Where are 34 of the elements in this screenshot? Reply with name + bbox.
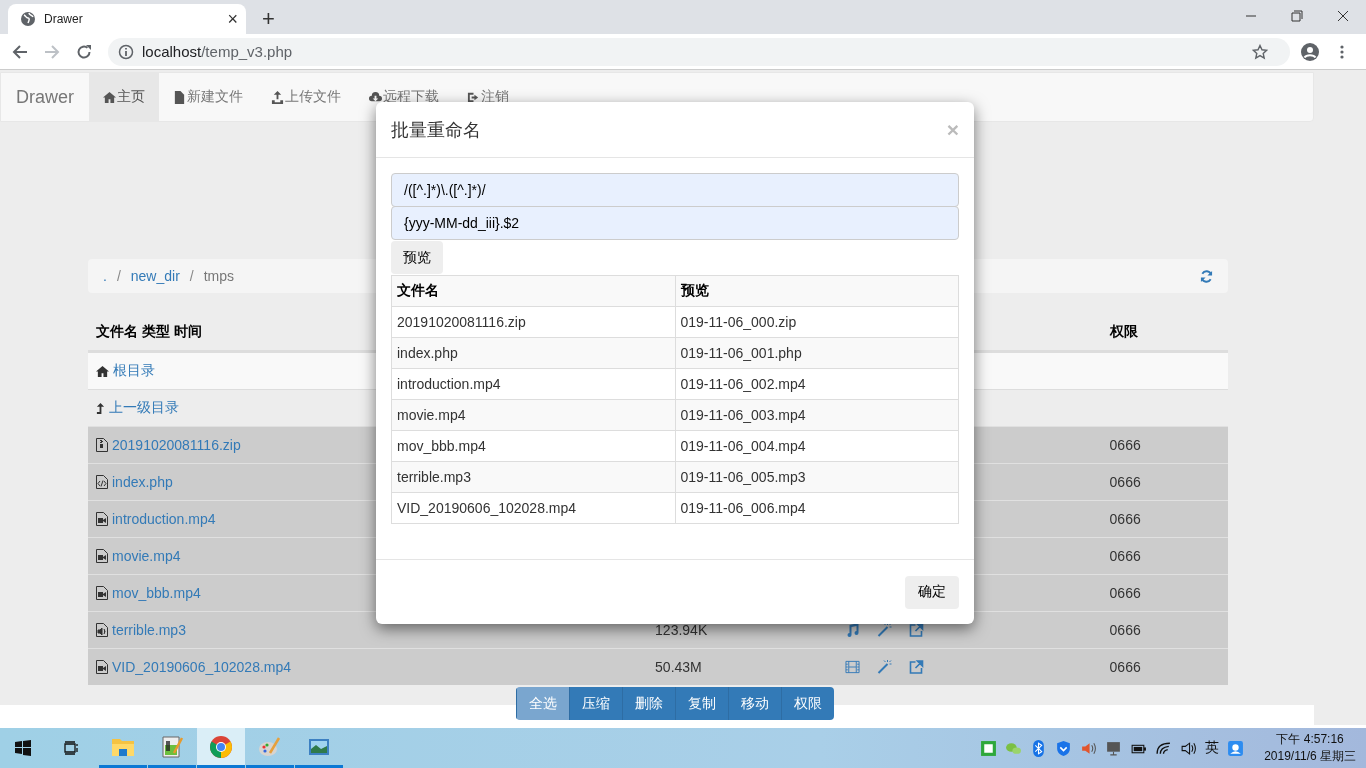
column-header: 预览 xyxy=(675,275,959,307)
table-cell: terrible.mp3 xyxy=(391,461,675,493)
column-header: 权限 xyxy=(1109,323,1138,339)
table-cell: 019-11-06_005.mp3 xyxy=(675,461,959,493)
permission-cell: 0666 xyxy=(1109,437,1141,453)
table-cell: VID_20190606_102028.mp4 xyxy=(391,492,675,524)
table-cell: 20191020081116.zip xyxy=(391,306,675,338)
table-cell: 019-11-06_002.mp4 xyxy=(675,368,959,400)
column-header: 文件名 xyxy=(391,275,675,307)
permission-cell: 0666 xyxy=(1109,511,1141,527)
permission-cell: 0666 xyxy=(1109,622,1141,638)
table-cell: movie.mp4 xyxy=(391,399,675,431)
permission-cell: 0666 xyxy=(1109,548,1141,564)
file-size: 123.94K xyxy=(655,622,708,638)
table-cell: index.php xyxy=(391,337,675,369)
permission-cell: 0666 xyxy=(1109,585,1141,601)
dialog-title: 批量重命名 xyxy=(391,118,481,142)
table-cell: 019-11-06_004.mp4 xyxy=(675,430,959,462)
url-host: localhost xyxy=(142,43,202,60)
breadcrumb-separator: / xyxy=(116,268,121,284)
permission-cell: 0666 xyxy=(1109,659,1141,675)
table-cell: mov_bbb.mp4 xyxy=(391,430,675,462)
url-path: /temp_v3.php xyxy=(201,43,293,60)
table-cell: 019-11-06_000.zip xyxy=(675,306,959,338)
table-cell: 019-11-06_006.mp4 xyxy=(675,492,959,524)
clock-time: 下午 4:57:16 xyxy=(1276,731,1344,748)
permission-cell: 0666 xyxy=(1109,474,1141,490)
tab-title: Drawer xyxy=(44,12,84,26)
clock-date: 2019/11/6 星期三 xyxy=(1264,748,1356,765)
table-cell: 019-11-06_001.php xyxy=(675,337,959,369)
table-cell: introduction.mp4 xyxy=(391,368,675,400)
table-cell: 019-11-06_003.mp4 xyxy=(675,399,959,431)
breadcrumb-separator: / xyxy=(189,268,194,284)
file-size: 50.43M xyxy=(655,659,702,675)
